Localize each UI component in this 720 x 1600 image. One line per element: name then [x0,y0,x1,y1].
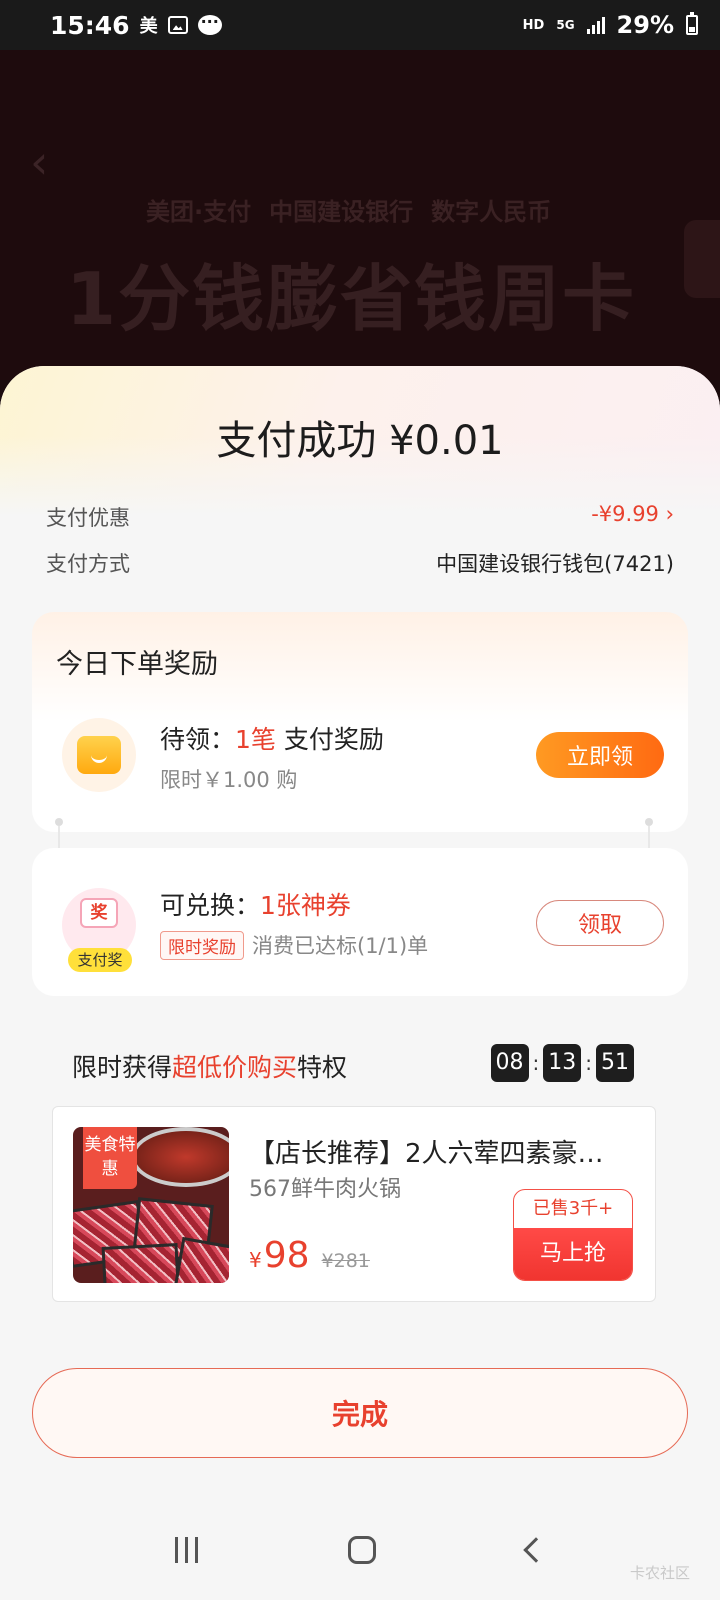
grab-now-label[interactable]: 马上抢 [514,1228,632,1280]
coupon-exchange-card: 奖 支付奖 可兑换：1张神券 限时奖励 消费已达标(1/1)单 领取 [32,848,688,996]
countdown-timer: 08 : 13 : 51 [490,1044,634,1082]
app-notification-icon: 美 [139,16,158,37]
timer-seconds: 51 [596,1044,634,1082]
timer-hours: 08 [490,1044,529,1082]
network-5g-icon: 5G [556,17,575,32]
deal-image[interactable]: 美食特惠 [73,1127,229,1283]
battery-percentage: 29% [616,11,674,39]
deal-card[interactable]: 美食特惠 【店长推荐】2人六荤四素豪华套餐 567鲜牛肉火锅 ¥ 98 ¥281… [52,1106,656,1302]
privilege-section: 限时获得超低价购买特权 08 : 13 : 51 美食特惠 【店长推荐】2人六荤… [32,1016,688,1328]
discount-label: 支付优惠 [46,506,130,530]
timer-minutes: 13 [543,1044,582,1082]
home-icon[interactable] [348,1536,377,1564]
deal-name[interactable]: 【店长推荐】2人六荤四素豪华套餐 [249,1133,629,1170]
discount-value[interactable]: -¥9.99 › [591,502,674,532]
back-icon: ‹ [30,135,49,189]
exchange-text: 可兑换：1张神券 [160,891,351,920]
privilege-title: 限时获得超低价购买特权 [72,1053,348,1082]
message-icon [197,12,222,35]
deal-price-value: 98 [263,1235,310,1276]
brand-ecny: 数字人民币 [431,198,552,226]
brand-logos: 美团·支付 中国建设银行 数字人民币 [146,192,551,227]
payment-success-title: 支付成功 ¥0.01 [216,418,504,464]
status-time: 15:46 [50,10,130,40]
recent-apps-icon[interactable] [175,1537,199,1563]
grab-now-button[interactable]: 已售3千+ 马上抢 [513,1189,633,1281]
payment-result-sheet: 支付成功 ¥0.01 支付优惠 -¥9.99 › 支付方式 中国建设银行钱包(7… [0,366,720,1600]
receive-coupon-button[interactable]: 领取 [536,900,664,946]
back-nav-icon[interactable] [523,1537,549,1563]
progress-text: 消费已达标(1/1)单 [252,934,429,958]
side-tab [684,220,720,298]
sold-count: 已售3千+ [532,1198,614,1219]
order-reward-card: 今日下单奖励 待领：1笔 支付奖励 限时￥1.00 购 立即领 [32,612,688,832]
watermark: 卡农社区 [629,1564,690,1582]
status-bar: 15:46 美 HD 5G 29% [0,0,720,50]
payment-method-label: 支付方式 [46,552,130,576]
brand-meituan-pay: 美团·支付 [146,198,252,226]
deal-price: ¥ 98 ¥281 [249,1235,370,1276]
deal-original-price: ¥281 [321,1250,370,1272]
pending-reward-text: 待领：1笔 支付奖励 [160,725,384,754]
wallet-reward-icon [62,718,136,792]
payment-method-value: 中国建设银行钱包(7421) [436,552,674,576]
reward-subtitle: 限时￥1.00 购 [160,768,298,792]
coupon-subtitle: 限时奖励 消费已达标(1/1)单 [160,930,428,960]
limit-reward-tag: 限时奖励 [160,930,244,960]
hd-icon: HD [522,17,545,33]
prize-tag: 支付奖 [68,948,132,972]
discount-row[interactable]: 支付优惠 -¥9.99 › [46,502,674,532]
brand-ccb: 中国建设银行 [269,198,414,226]
gallery-icon [167,16,188,34]
done-button[interactable]: 完成 [32,1368,688,1458]
background-title: 1分钱膨省钱周卡 [66,257,637,341]
pending-count: 1笔 [235,725,276,754]
prize-icon: 奖 支付奖 [62,888,136,972]
background-page: ‹ 美团·支付 中国建设银行 数字人民币 1分钱膨省钱周卡 [0,50,720,380]
exchange-value: 1张神券 [260,891,351,920]
deal-shop-name: 567鲜牛肉火锅 [249,1177,401,1202]
payment-method-row: 支付方式 中国建设银行钱包(7421) [46,548,674,578]
signal-icon [586,16,605,34]
reward-card-heading: 今日下单奖励 [56,649,218,680]
battery-charging-icon [686,12,698,35]
claim-now-button[interactable]: 立即领 [536,732,664,778]
system-nav-bar [0,1500,720,1600]
deal-badge: 美食特惠 [83,1127,137,1189]
